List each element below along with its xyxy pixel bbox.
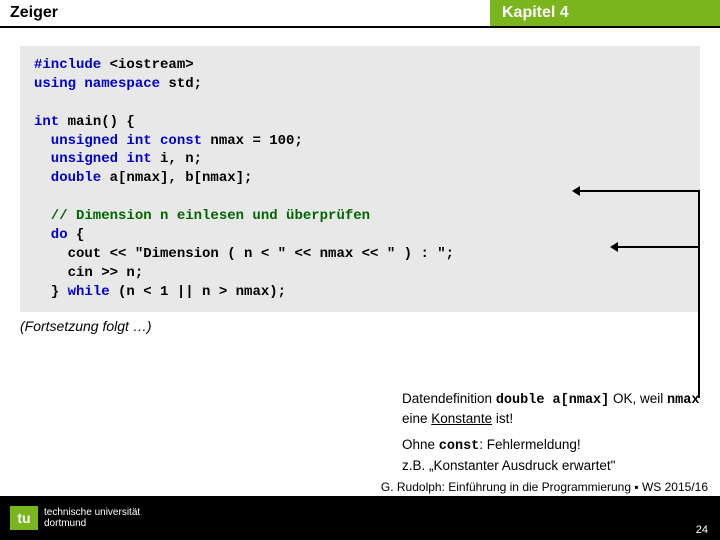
kw: unsigned int — [34, 151, 152, 167]
t: std; — [160, 76, 202, 92]
arrow-icon — [618, 246, 698, 248]
t: ist! — [492, 411, 513, 426]
continuation-note: (Fortsetzung folgt …) — [20, 318, 700, 334]
t: cout << "Dimension ( n < " << nmax << " … — [34, 246, 454, 262]
kw: while — [68, 284, 110, 300]
kw: do — [34, 227, 68, 243]
code-inline: double a[nmax] — [496, 393, 609, 408]
code-block: #include <iostream> using namespace std;… — [20, 46, 700, 312]
code-inline: const — [439, 439, 480, 454]
uni-line2: dortmund — [44, 518, 86, 529]
t: i, n; — [152, 151, 202, 167]
t: } — [34, 284, 68, 300]
kw: #include — [34, 57, 101, 73]
t: Datendefinition — [402, 391, 496, 406]
footer-credit: G. Rudolph: Einführung in die Programmie… — [381, 480, 708, 494]
t: z.B. „Konstanter Ausdruck erwartet" — [402, 458, 615, 473]
kw: unsigned int const — [34, 133, 202, 149]
header-bar: Zeiger Kapitel 4 — [0, 0, 720, 28]
comment: // Dimension n einlesen und überprüfen — [34, 208, 370, 224]
note-1: Datendefinition double a[nmax] OK, weil … — [402, 390, 702, 428]
t: eine — [402, 411, 431, 426]
t: Ohne — [402, 437, 439, 452]
annotation-box: Datendefinition double a[nmax] OK, weil … — [402, 390, 702, 483]
t: cin >> n; — [34, 265, 143, 281]
uni-line1: technische universität — [44, 507, 140, 518]
header-left: Zeiger — [0, 0, 490, 26]
kw: using namespace — [34, 76, 160, 92]
code-inline: nmax — [667, 393, 699, 408]
t: <iostream> — [101, 57, 193, 73]
t: nmax = 100; — [202, 133, 303, 149]
kw: int — [34, 114, 59, 130]
logo-text: technische universität dortmund — [44, 507, 140, 529]
page-number: 24 — [696, 524, 708, 536]
t: OK, weil — [609, 391, 667, 406]
t: (n < 1 || n > nmax); — [110, 284, 286, 300]
note-2: Ohne const: Fehlermeldung! z.B. „Konstan… — [402, 436, 702, 474]
t: : Fehlermeldung! — [479, 437, 580, 452]
header-right: Kapitel 4 — [490, 0, 720, 26]
credit-text: G. Rudolph: Einführung in die Programmie… — [381, 480, 708, 494]
underlined: Konstante — [431, 411, 492, 426]
connector-line — [698, 190, 700, 398]
logo-mark: tu — [10, 506, 38, 530]
t: main() { — [59, 114, 135, 130]
t: a[nmax], b[nmax]; — [101, 170, 252, 186]
footer-bar: tu technische universität dortmund 24 — [0, 496, 720, 540]
tu-logo: tu technische universität dortmund — [10, 506, 140, 530]
kw: double — [34, 170, 101, 186]
arrow-icon — [580, 190, 698, 192]
t: { — [68, 227, 85, 243]
